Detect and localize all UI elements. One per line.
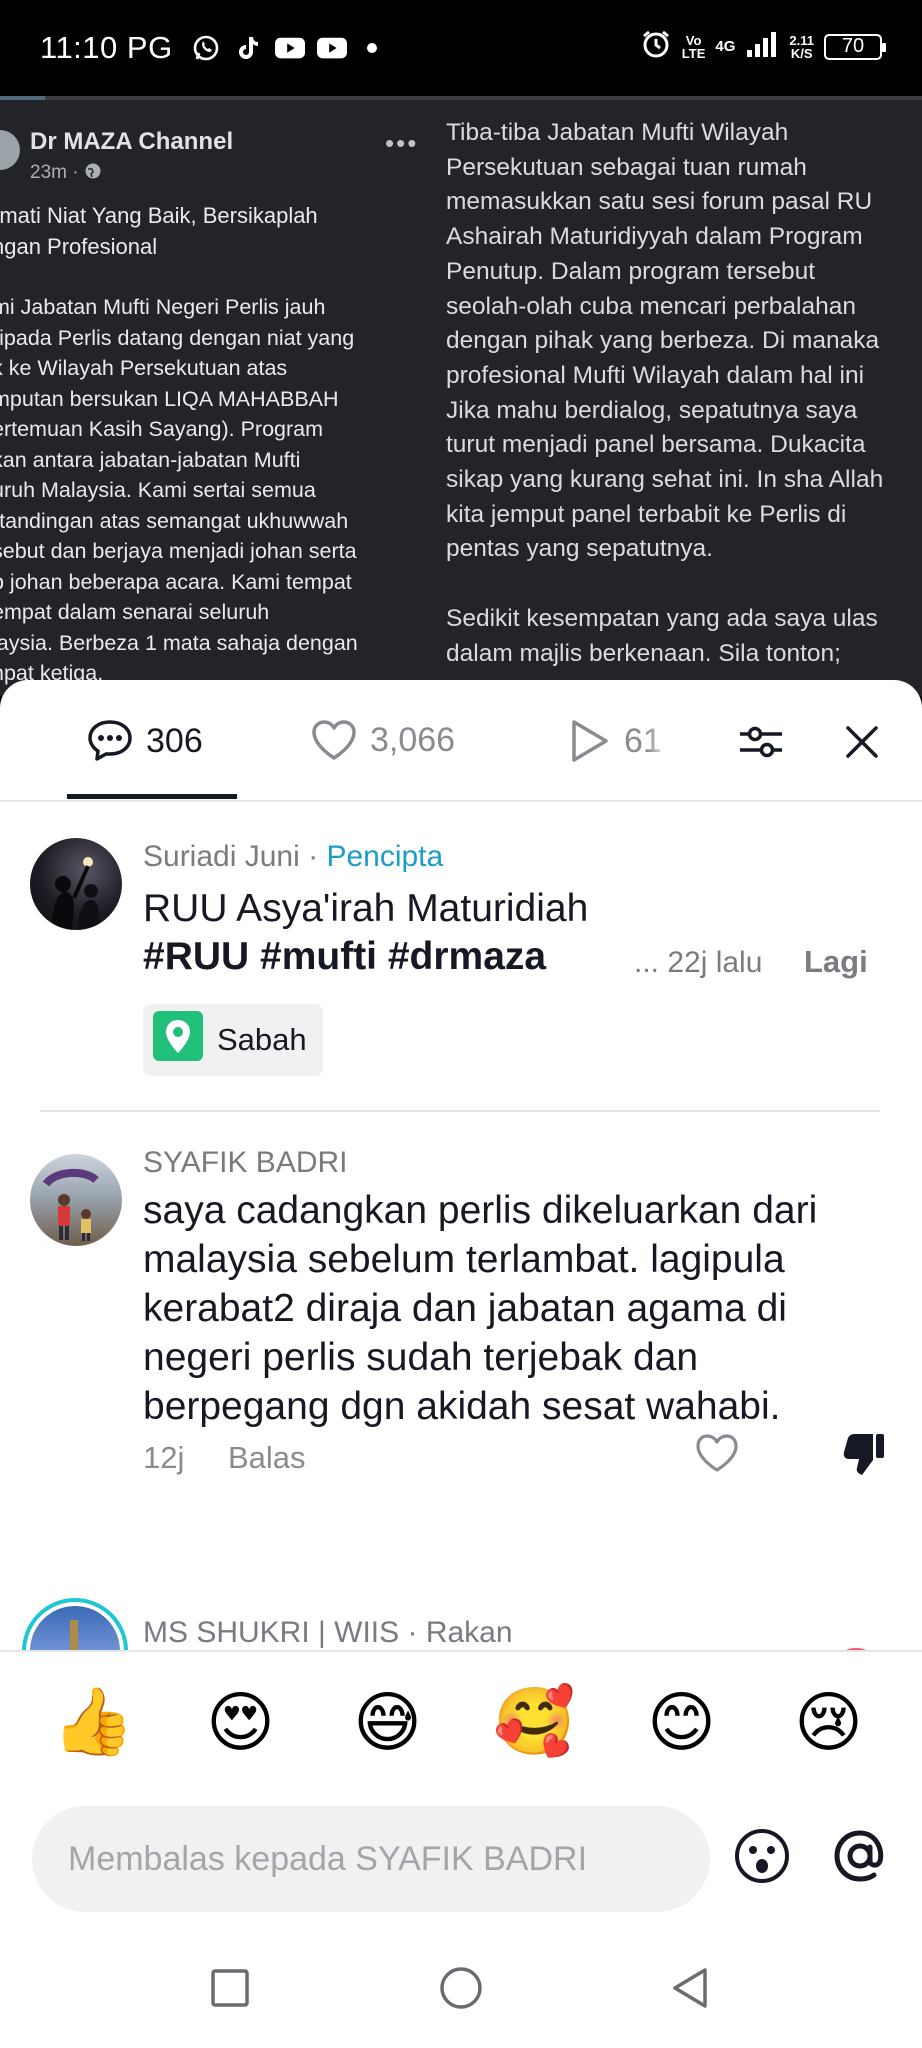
divider	[40, 1110, 880, 1112]
comment-author-line: MS SHUKRI | WIIS · Rakan	[143, 1616, 513, 1650]
battery-level: 70	[841, 35, 865, 57]
sliders-icon	[738, 722, 784, 762]
net-speed-unit: K/S	[790, 45, 813, 61]
tiktok-icon	[233, 33, 263, 63]
status-right: Vo LTE 4G 2.11 K/S 70	[640, 28, 886, 65]
friend-tag: · Rakan	[399, 1616, 513, 1649]
caption-line-1: RUU Asya'irah Maturidiah	[143, 887, 589, 930]
globe-icon	[85, 163, 101, 179]
youtube-icon	[274, 33, 305, 63]
reply-bar	[0, 1792, 922, 1942]
comment-icon	[86, 718, 134, 764]
video-preview[interactable]: Dr MAZA Channel ••• 23m · rmati Niat Yan…	[0, 96, 922, 696]
close-icon	[844, 724, 880, 760]
dislike-comment-button[interactable]	[842, 1430, 886, 1481]
fb-post-time-text: 23m ·	[30, 162, 79, 183]
active-tab-indicator	[67, 794, 237, 799]
avatar-tower	[70, 1620, 78, 1650]
notification-icons	[191, 33, 377, 63]
quick-emoji-bar: 👍 😍 😅 🥰 😊 😢	[0, 1650, 922, 1792]
circle-icon	[438, 1965, 484, 2016]
more-icon: •••	[385, 128, 419, 158]
filter-button[interactable]	[738, 722, 784, 762]
fb-post-name: Dr MAZA Channel	[30, 128, 234, 155]
comment-text: saya cadangkan perlis dikeluarkan dari m…	[143, 1189, 818, 1428]
comment-item: SYAFIK BADRI saya cadangkan perlis dikel…	[0, 1134, 922, 1554]
comment-author[interactable]: SYAFIK BADRI	[143, 1146, 348, 1180]
emoji-smiling-hearts[interactable]: 🥰	[485, 1683, 585, 1761]
close-button[interactable]	[844, 724, 880, 760]
caption-hashtags[interactable]: #RUU #mufti #drmaza	[143, 932, 546, 981]
recents-button[interactable]	[200, 1960, 260, 2020]
comment-item: MS SHUKRI | WIIS · Rakan	[0, 1578, 922, 1650]
fb-post-right: Tiba-tiba Jabatan Mufti Wilayah Persekut…	[446, 116, 922, 671]
location-pin-icon	[153, 1011, 203, 1069]
caption-item: Suriadi Juni · Pencipta RUU Asya'irah Ma…	[0, 804, 922, 1134]
caption-author[interactable]: Suriadi Juni	[143, 840, 300, 873]
volte-bottom: LTE	[681, 45, 706, 61]
triangle-back-icon	[669, 1966, 711, 2015]
square-icon	[210, 1968, 250, 2013]
status-bar: 11:10 PG Vo LTE 4G 2.11 K/S 70	[0, 0, 922, 96]
reply-button[interactable]: Balas	[228, 1440, 306, 1476]
status-time: 11:10 PG	[40, 30, 173, 65]
emoji-picker-button[interactable]	[730, 1826, 794, 1890]
fb-post-title: rmati Niat Yang Baik, Bersikaplah ngan P…	[0, 203, 318, 259]
emoji-blush[interactable]: 😊	[632, 1684, 732, 1761]
avatar[interactable]	[22, 1598, 128, 1650]
comment-time: 12j	[143, 1440, 185, 1475]
like-comment-button[interactable]	[694, 1432, 740, 1479]
avatar-image	[30, 1606, 120, 1650]
likes-count: 3,066	[370, 720, 456, 759]
back-button[interactable]	[660, 1960, 720, 2020]
signal-icon	[745, 30, 779, 63]
sheet-tabs: 306 3,066 61	[0, 680, 922, 802]
fb-avatar	[0, 130, 20, 170]
screen: 11:10 PG Vo LTE 4G 2.11 K/S 70 Dr MAZA C…	[0, 0, 922, 2048]
emoji-crying[interactable]: 😢	[779, 1684, 879, 1761]
emoji-heart-eyes[interactable]: 😍	[191, 1684, 291, 1761]
surprised-face-icon	[733, 1827, 791, 1890]
mention-button[interactable]	[828, 1826, 892, 1890]
fb-post-right-text: Tiba-tiba Jabatan Mufti Wilayah Persekut…	[446, 119, 884, 667]
caption-time: ... 22j lalu	[634, 946, 763, 979]
emoji-thumbs-up[interactable]: 👍	[44, 1683, 144, 1761]
fb-post-time: 23m ·	[30, 162, 102, 184]
comments-count: 306	[146, 721, 203, 760]
comment-list[interactable]: Suriadi Juni · Pencipta RUU Asya'irah Ma…	[0, 804, 922, 1650]
comment-sheet: 306 3,066 61 Suriadi Juni · Pencipta RUU…	[0, 680, 922, 2048]
emoji-grin-sweat[interactable]: 😅	[338, 1684, 438, 1761]
signal-type: 4G	[715, 38, 736, 55]
home-button[interactable]	[431, 1960, 491, 2020]
battery-indicator: 70	[824, 33, 886, 60]
at-sign-icon	[831, 1827, 889, 1890]
system-nav-bar	[0, 1942, 922, 2048]
heart-icon	[694, 1434, 740, 1478]
thumbs-down-icon	[842, 1434, 886, 1480]
youtube-icon	[316, 33, 347, 63]
more-notifications-dot	[366, 43, 377, 53]
location-label: Sabah	[217, 1022, 307, 1057]
tab-comments[interactable]: 306	[86, 718, 203, 764]
whatsapp-icon	[191, 33, 221, 63]
creator-badge: Pencipta	[326, 840, 444, 873]
fb-post-body: mi Jabatan Mufti Negeri Perlis jauh ripa…	[0, 295, 358, 685]
alarm-icon	[640, 28, 672, 65]
net-speed: 2.11 K/S	[789, 34, 814, 60]
avatar[interactable]	[30, 1154, 122, 1246]
reply-input[interactable]	[32, 1806, 710, 1912]
tab-likes[interactable]: 3,066	[310, 718, 455, 762]
play-icon	[568, 718, 612, 764]
avatar[interactable]	[30, 838, 122, 930]
caption-author-line: Suriadi Juni · Pencipta	[143, 840, 443, 874]
comment-author[interactable]: MS SHUKRI | WIIS	[143, 1616, 399, 1649]
fb-post-left: Dr MAZA Channel ••• 23m · rmati Niat Yan…	[0, 96, 420, 696]
tab-plays[interactable]: 61	[568, 718, 670, 764]
plays-count: 61	[624, 721, 662, 760]
name-separator: ·	[299, 840, 327, 873]
volte-indicator: Vo LTE	[682, 34, 706, 60]
caption-more-button[interactable]: Lagi	[804, 944, 868, 980]
location-tag[interactable]: Sabah	[143, 1004, 323, 1076]
heart-icon	[310, 718, 358, 762]
